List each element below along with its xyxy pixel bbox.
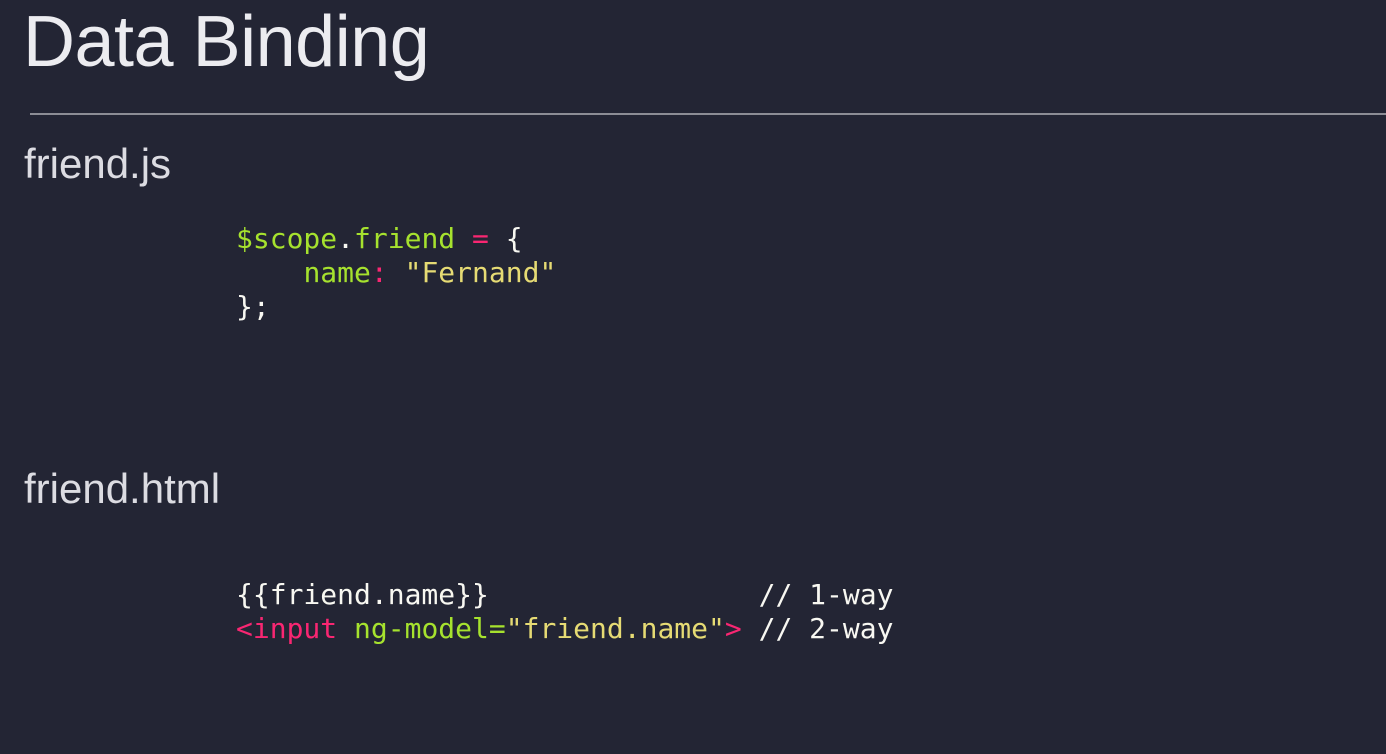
- code-block-friend-js: $scope.friend = { name: "Fernand"};: [236, 222, 556, 324]
- code-token-plain: // 1-way: [758, 578, 894, 611]
- code-token-punct: {: [488, 222, 523, 255]
- title-divider: [30, 113, 1386, 115]
- code-line: name: "Fernand": [236, 256, 556, 290]
- code-token-attr: ng-model: [354, 612, 489, 645]
- code-line: {{friend.name}} // 1-way: [236, 578, 893, 612]
- slide-title: Data Binding: [23, 2, 430, 82]
- section-heading-friend-js: friend.js: [24, 140, 172, 187]
- code-token-var: friend: [354, 222, 456, 255]
- code-token-plain: {{friend.name}}: [236, 578, 489, 611]
- code-line: };: [236, 290, 556, 324]
- code-token-attr: =: [488, 612, 506, 645]
- code-token-op: :: [370, 256, 388, 289]
- code-token-tag: <input: [236, 612, 338, 645]
- code-token-str: "Fernand": [404, 256, 557, 289]
- slide: Data Binding friend.js $scope.friend = {…: [0, 0, 1386, 754]
- code-line: <input ng-model="friend.name"> // 2-way: [236, 612, 893, 646]
- code-token-tag: >: [724, 612, 742, 645]
- code-block-friend-html: {{friend.name}} // 1-way <input ng-model=…: [236, 578, 893, 646]
- code-token-var: $scope: [236, 222, 338, 255]
- code-token-str: "friend.name": [505, 612, 725, 645]
- code-line: $scope.friend = {: [236, 222, 556, 256]
- section-heading-friend-html: friend.html: [24, 465, 221, 512]
- code-token-punct: };: [236, 290, 270, 323]
- code-token-key: name: [303, 256, 371, 289]
- code-token-op: =: [472, 222, 489, 255]
- code-token-plain: // 2-way: [758, 612, 894, 645]
- code-token-punct: .: [337, 222, 355, 255]
